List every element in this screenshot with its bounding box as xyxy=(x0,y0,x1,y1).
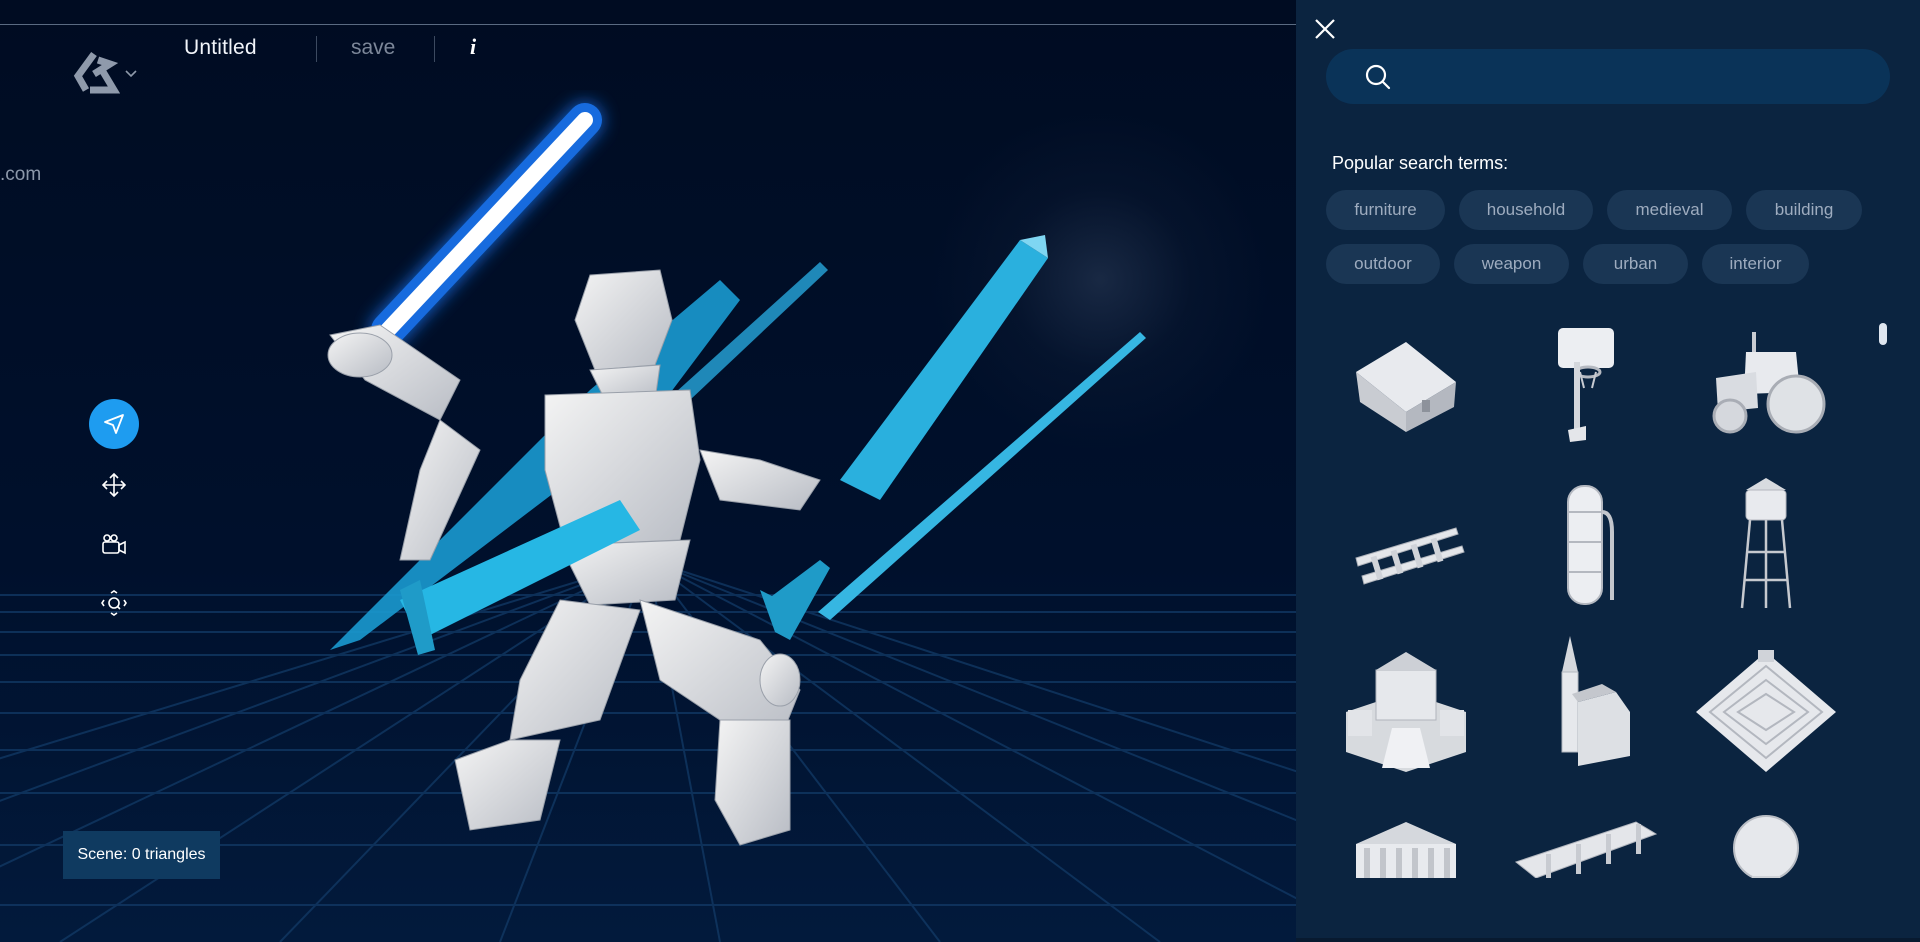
save-button[interactable]: save xyxy=(351,36,395,60)
result-tank-tower[interactable] xyxy=(1506,472,1666,622)
asset-search-panel: Popular search terms: furniture househol… xyxy=(1296,0,1920,942)
result-sphere[interactable] xyxy=(1686,792,1846,878)
scene-triangle-count: Scene: 0 triangles xyxy=(63,831,220,879)
video-camera-icon xyxy=(102,534,126,555)
pier-thumbnail xyxy=(1514,821,1658,878)
info-button[interactable]: i xyxy=(470,34,476,60)
chevron-down-icon[interactable] xyxy=(124,69,138,79)
result-tractor[interactable] xyxy=(1686,312,1846,462)
navigation-arrow-icon xyxy=(104,414,124,434)
result-castle[interactable] xyxy=(1326,632,1486,782)
result-rail-track[interactable] xyxy=(1326,472,1486,622)
panel-bottom-edge xyxy=(1296,938,1920,942)
overlay-text: .com xyxy=(0,164,42,185)
chip-furniture[interactable]: furniture xyxy=(1326,190,1445,230)
water-tower-thumbnail xyxy=(1740,478,1792,609)
temple-thumbnail xyxy=(1356,822,1456,878)
chip-outdoor[interactable]: outdoor xyxy=(1326,244,1440,284)
3d-model-figure[interactable] xyxy=(300,90,1180,850)
result-water-tower[interactable] xyxy=(1686,472,1846,622)
popular-search-label: Popular search terms: xyxy=(1332,153,1509,173)
select-tool-button[interactable] xyxy=(89,399,139,449)
basketball-hoop-thumbnail xyxy=(1558,328,1614,442)
pyramid-thumbnain xyxy=(1696,650,1836,772)
search-input[interactable] xyxy=(1410,59,1874,96)
zoom-tool-button[interactable] xyxy=(89,578,139,628)
result-barn[interactable] xyxy=(1326,312,1486,462)
result-temple[interactable] xyxy=(1326,792,1486,878)
toolbar-separator xyxy=(434,36,435,62)
tank-tower-thumbnail xyxy=(1567,485,1614,605)
3d-viewport[interactable]: Untitled save i .com Scene: 0 triangles xyxy=(0,0,1296,942)
result-church[interactable] xyxy=(1506,632,1666,782)
chip-household[interactable]: household xyxy=(1459,190,1593,230)
move-tool-button[interactable] xyxy=(89,460,139,510)
chip-interior[interactable]: interior xyxy=(1702,244,1809,284)
tractor-thumbnail xyxy=(1712,332,1826,434)
search-bar xyxy=(1326,49,1890,104)
result-pier[interactable] xyxy=(1506,792,1666,878)
zoom-focus-icon xyxy=(101,590,127,616)
sphere-thumbnail xyxy=(1733,815,1799,878)
result-basketball-hoop[interactable] xyxy=(1506,312,1666,462)
result-pyramid[interactable] xyxy=(1686,632,1846,782)
close-icon[interactable] xyxy=(1310,14,1340,44)
barn-thumbnail xyxy=(1356,342,1456,432)
chip-medieval[interactable]: medieval xyxy=(1607,190,1732,230)
camera-tool-button[interactable] xyxy=(89,520,139,570)
project-title[interactable]: Untitled xyxy=(184,36,257,60)
castle-thumbnail xyxy=(1346,652,1466,772)
church-thumbnail xyxy=(1561,636,1630,766)
results-scrollbar[interactable] xyxy=(1879,323,1887,345)
chip-building[interactable]: building xyxy=(1746,190,1862,230)
results-grid xyxy=(1326,312,1886,878)
chip-weapon[interactable]: weapon xyxy=(1454,244,1569,284)
toolbar-separator xyxy=(316,36,317,62)
rail-track-thumbnail xyxy=(1355,527,1465,585)
chip-urban[interactable]: urban xyxy=(1583,244,1688,284)
app-logo-icon[interactable] xyxy=(68,50,120,98)
search-icon xyxy=(1365,64,1391,90)
move-arrows-icon xyxy=(101,472,127,498)
